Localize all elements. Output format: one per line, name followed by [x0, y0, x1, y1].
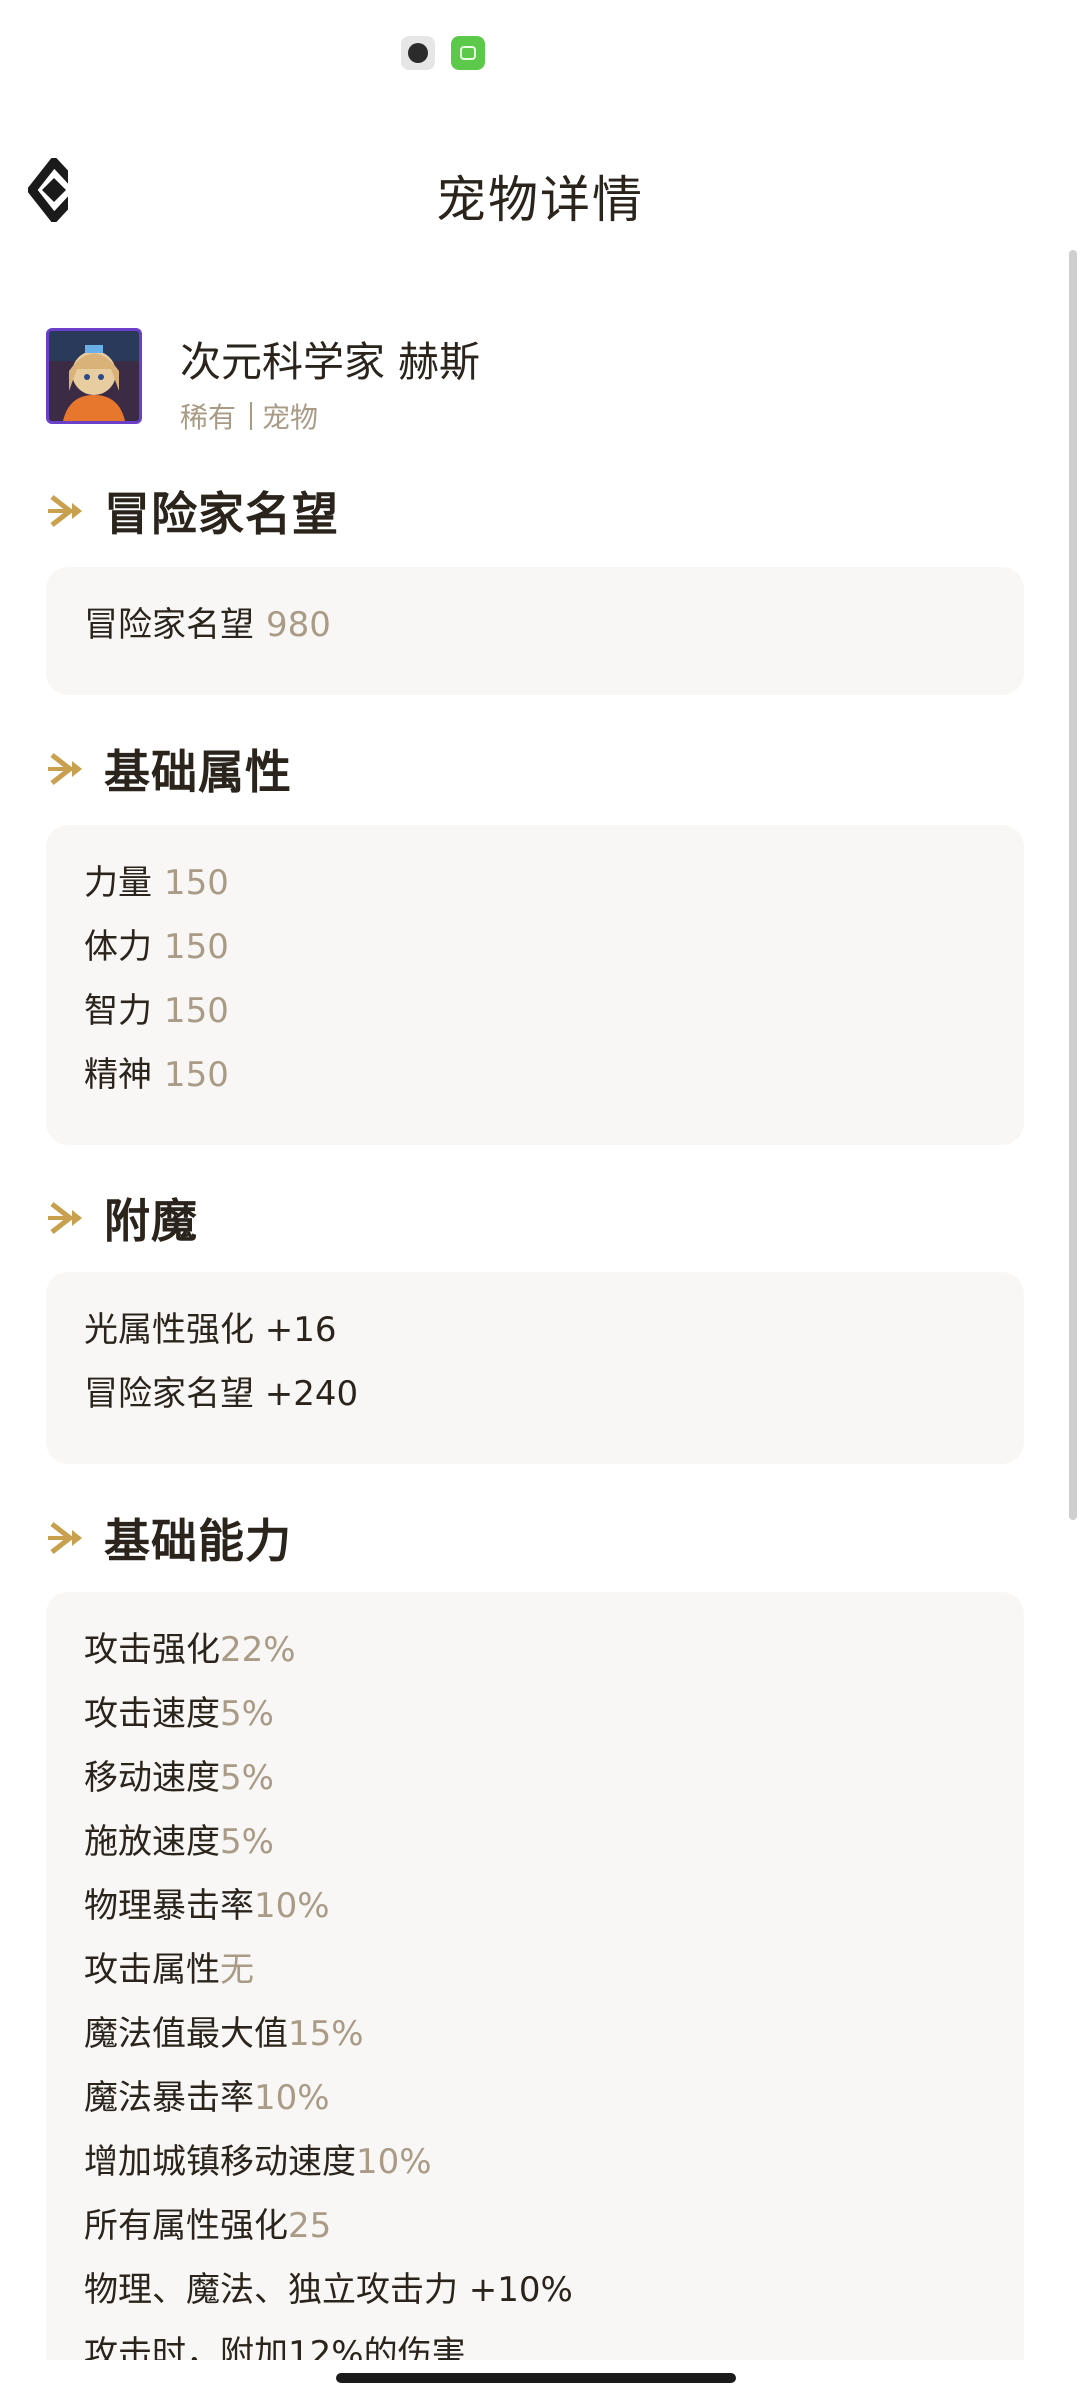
- section-arrow-icon: [48, 1522, 82, 1554]
- meta-divider: [250, 402, 253, 430]
- pet-name: 次元科学家 赫斯: [180, 338, 481, 386]
- stat-value: 5%: [220, 1822, 274, 1862]
- stat-value: 无: [220, 1950, 254, 1990]
- stat-row: 冒险家名望 980: [84, 593, 986, 657]
- stat-label: 智力: [84, 991, 152, 1031]
- stat-value: 10%: [356, 2142, 432, 2182]
- stat-value: 10%: [254, 2078, 330, 2118]
- stat-row: 魔法值最大值15%: [84, 2002, 986, 2066]
- section-title-enchant: 附魔: [46, 1185, 198, 1251]
- stat-label: 魔法暴击率: [84, 2078, 254, 2118]
- stat-row: 移动速度5%: [84, 1746, 986, 1810]
- stat-label: 攻击属性: [84, 1950, 220, 1990]
- stat-value: 15%: [288, 2014, 364, 2054]
- reputation-card: 冒险家名望 980: [46, 567, 1024, 695]
- section-heading: 基础能力: [104, 1514, 292, 1568]
- clock-app-icon: [401, 36, 435, 70]
- pet-meta: 稀有 宠物: [180, 396, 318, 436]
- stat-value: 150: [164, 863, 229, 903]
- stat-row: 物理、魔法、独立攻击力 +10%: [84, 2258, 986, 2322]
- stat-label: 魔法值最大值: [84, 2014, 288, 2054]
- section-title-abilities: 基础能力: [46, 1505, 292, 1571]
- stat-value: 980: [266, 605, 331, 645]
- page-header: 宠物详情: [0, 130, 1080, 250]
- pet-avatar: [46, 328, 142, 424]
- section-heading: 附魔: [104, 1194, 198, 1248]
- abilities-card: 攻击强化22% 攻击速度5% 移动速度5% 施放速度5% 物理暴击率10% 攻击…: [46, 1592, 1024, 2360]
- stat-text: 攻击时，附加12%的伤害: [84, 2334, 466, 2360]
- stat-row: 攻击属性无: [84, 1938, 986, 2002]
- stat-row: 增加城镇移动速度10%: [84, 2130, 986, 2194]
- base-attributes-card: 力量 150 体力 150 智力 150 精神 150: [46, 825, 1024, 1145]
- stat-value: 150: [164, 1055, 229, 1095]
- stat-row: 所有属性强化25: [84, 2194, 986, 2258]
- stat-row: 智力 150: [84, 979, 986, 1043]
- enchant-card: 光属性强化 +16 冒险家名望 +240: [46, 1272, 1024, 1464]
- stat-value: 150: [164, 991, 229, 1031]
- stat-text: 冒险家名望 +240: [84, 1374, 359, 1414]
- stat-label: 施放速度: [84, 1822, 220, 1862]
- stat-row: 光属性强化 +16: [84, 1298, 986, 1362]
- home-indicator[interactable]: [336, 2373, 736, 2383]
- stat-label: 精神: [84, 1055, 152, 1095]
- scrollbar-thumb[interactable]: [1069, 250, 1077, 1520]
- stat-label: 移动速度: [84, 1758, 220, 1798]
- android-app-icon: [451, 36, 485, 70]
- stat-row: 攻击强化22%: [84, 1618, 986, 1682]
- stat-value: 5%: [220, 1694, 274, 1734]
- stat-label: 攻击强化: [84, 1630, 220, 1670]
- section-arrow-icon: [48, 753, 82, 785]
- pet-summary: 次元科学家 赫斯 稀有 宠物: [46, 328, 1026, 434]
- stat-row: 体力 150: [84, 915, 986, 979]
- section-heading: 冒险家名望: [104, 487, 339, 541]
- stat-text: 物理、魔法、独立攻击力 +10%: [84, 2270, 573, 2310]
- stat-label: 冒险家名望: [84, 605, 254, 645]
- stat-row: 物理暴击率10%: [84, 1874, 986, 1938]
- stat-value: 5%: [220, 1758, 274, 1798]
- section-title-reputation: 冒险家名望: [46, 478, 339, 544]
- stat-value: 150: [164, 927, 229, 967]
- item-type-label: 宠物: [262, 401, 319, 434]
- stat-label: 力量: [84, 863, 152, 903]
- section-arrow-icon: [48, 1202, 82, 1234]
- stat-label: 增加城镇移动速度: [84, 2142, 356, 2182]
- stat-value: 10%: [254, 1886, 330, 1926]
- section-title-base-attributes: 基础属性: [46, 736, 292, 802]
- section-arrow-icon: [48, 495, 82, 527]
- stat-value: 22%: [220, 1630, 296, 1670]
- stat-label: 所有属性强化: [84, 2206, 288, 2246]
- stat-label: 攻击速度: [84, 1694, 220, 1734]
- stat-label: 体力: [84, 927, 152, 967]
- stat-row: 攻击时，附加12%的伤害: [84, 2322, 986, 2360]
- page-title: 宠物详情: [436, 171, 644, 229]
- stat-row: 力量 150: [84, 851, 986, 915]
- stat-label: 物理暴击率: [84, 1886, 254, 1926]
- status-bar: [0, 0, 1080, 110]
- stat-row: 施放速度5%: [84, 1810, 986, 1874]
- stat-row: 冒险家名望 +240: [84, 1362, 986, 1426]
- stat-row: 魔法暴击率10%: [84, 2066, 986, 2130]
- stat-value: 25: [288, 2206, 332, 2246]
- stat-text: 光属性强化 +16: [84, 1310, 337, 1350]
- section-heading: 基础属性: [104, 745, 292, 799]
- stat-row: 攻击速度5%: [84, 1682, 986, 1746]
- rarity-label: 稀有: [180, 401, 237, 434]
- scrollbar[interactable]: [1068, 250, 1080, 2370]
- stat-row: 精神 150: [84, 1043, 986, 1107]
